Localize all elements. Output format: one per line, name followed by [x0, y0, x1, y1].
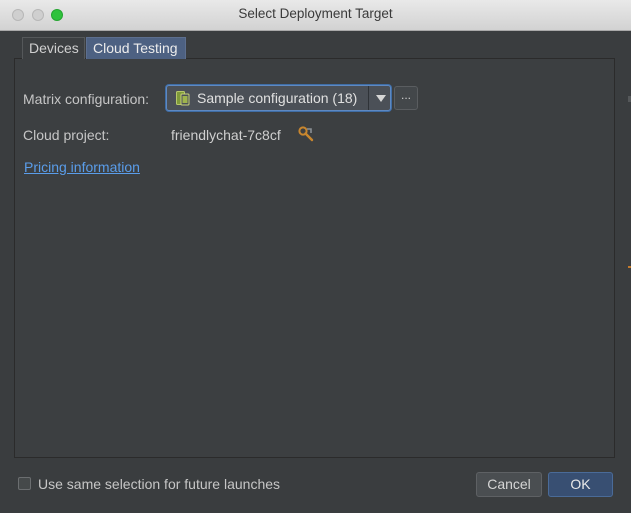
same-selection-label: Use same selection for future launches — [38, 476, 281, 492]
pricing-information-link[interactable]: Pricing information — [24, 159, 140, 175]
same-selection-checkbox[interactable] — [18, 477, 31, 490]
matrix-configuration-label: Matrix configuration: — [23, 91, 150, 107]
title-bar: Select Deployment Target — [0, 0, 631, 31]
tab-devices[interactable]: Devices — [22, 37, 85, 59]
matrix-configuration-dropdown[interactable]: Sample configuration (18) — [166, 85, 391, 111]
ok-button[interactable]: OK — [548, 472, 613, 497]
cloud-project-label: Cloud project: — [23, 127, 110, 143]
edit-configurations-button[interactable]: ... — [394, 86, 418, 110]
window-title: Select Deployment Target — [238, 6, 393, 21]
cloud-project-value: friendlychat-7c8cf — [171, 127, 281, 143]
matrix-configuration-value: Sample configuration (18) — [197, 90, 358, 106]
device-configuration-icon — [176, 91, 190, 106]
tab-cloud-testing[interactable]: Cloud Testing — [86, 37, 186, 59]
cloud-testing-panel — [14, 58, 615, 458]
dropdown-divider — [368, 86, 369, 110]
cancel-button[interactable]: Cancel — [476, 472, 542, 497]
wrench-icon[interactable] — [298, 126, 314, 142]
chevron-down-icon[interactable] — [376, 95, 386, 102]
